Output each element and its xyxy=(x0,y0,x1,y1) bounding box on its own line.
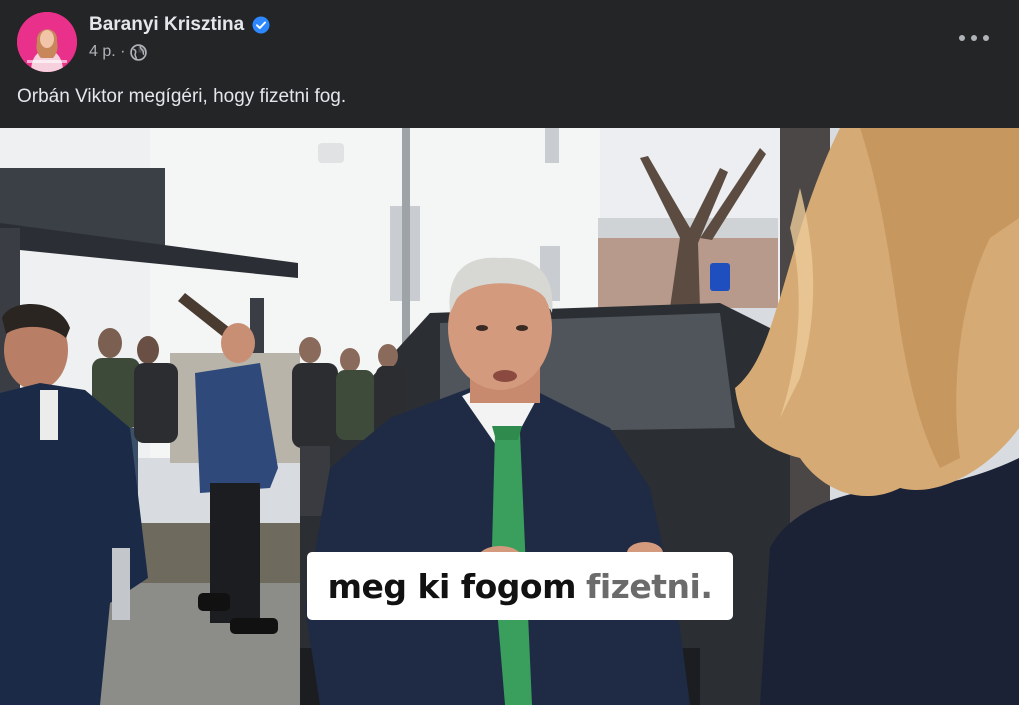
post-meta: 4 p. · xyxy=(89,42,148,62)
video-caption: meg ki fogom fizetni. xyxy=(307,552,733,620)
caption-main-text: meg ki fogom xyxy=(327,566,577,606)
dot-3 xyxy=(983,35,989,41)
verified-badge-icon xyxy=(252,16,270,34)
author-name[interactable]: Baranyi Krisztina xyxy=(89,14,244,36)
facebook-post: Baranyi Krisztina 4 p. · Orbán Viktor me… xyxy=(0,0,1019,705)
dot-1 xyxy=(959,35,965,41)
caption-accent-text: fizetni. xyxy=(585,566,713,606)
author-avatar[interactable] xyxy=(17,12,77,72)
more-options-icon[interactable] xyxy=(959,28,989,48)
post-text: Orbán Viktor megígéri, hogy fizetni fog. xyxy=(17,86,347,107)
post-video[interactable]: meg ki fogom fizetni. xyxy=(0,128,1019,705)
dot-2 xyxy=(971,35,977,41)
post-header: Baranyi Krisztina 4 p. · xyxy=(0,0,1019,80)
post-timestamp[interactable]: 4 p. · xyxy=(89,43,125,61)
author-row: Baranyi Krisztina xyxy=(89,13,270,37)
globe-icon[interactable] xyxy=(130,43,148,61)
